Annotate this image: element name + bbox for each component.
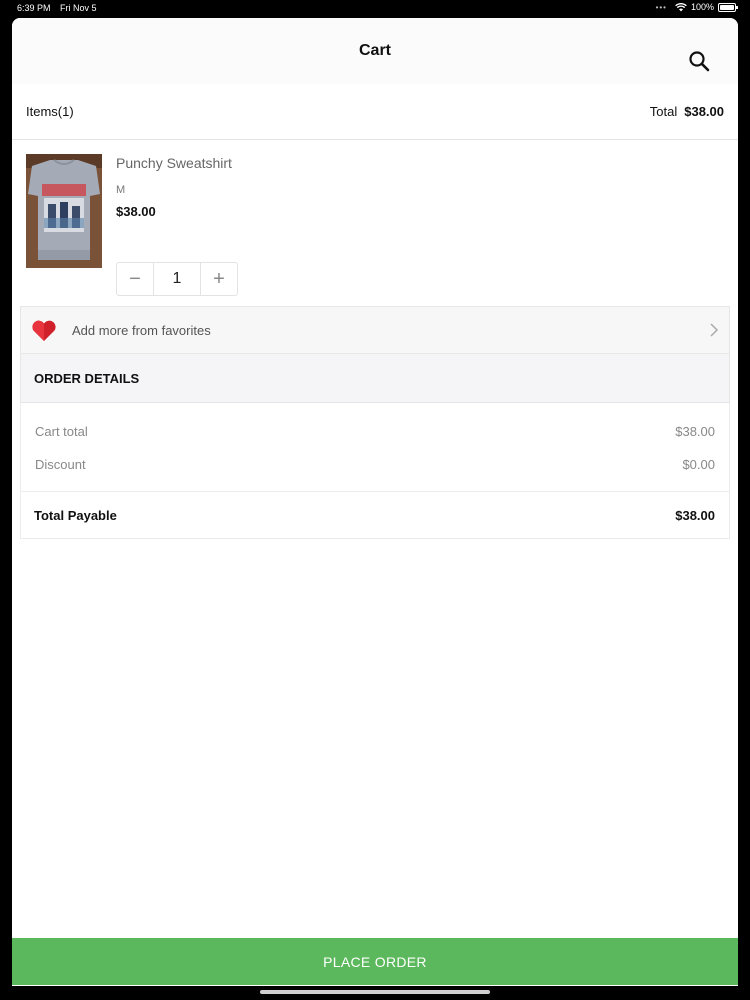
increment-button[interactable]: +: [201, 263, 237, 295]
summary-total: Total $38.00: [650, 104, 724, 119]
battery-percent: 100%: [690, 2, 714, 12]
favorites-label: Add more from favorites: [72, 322, 211, 338]
nav-bar: Cart: [12, 18, 738, 84]
battery-icon: [718, 2, 738, 12]
order-details-rows: Cart total $38.00 Discount $0.00: [21, 403, 729, 492]
product-image[interactable]: [26, 154, 102, 268]
wifi-icon: [675, 2, 687, 11]
cart-item: Punchy Sweatshirt M $38.00 − 1 +: [12, 140, 738, 306]
product-name[interactable]: Punchy Sweatshirt: [116, 155, 232, 171]
multitasking-dots-icon: •••: [655, 2, 667, 12]
status-indicators: ••• 100%: [655, 2, 738, 12]
total-payable-label: Total Payable: [34, 507, 117, 523]
cart-summary: Items(1) Total $38.00: [12, 84, 738, 140]
items-count: Items(1): [26, 104, 74, 119]
status-bar: 6:39 PM Fri Nov 5 ••• 100%: [0, 0, 750, 16]
battery-fill: [720, 4, 734, 10]
place-order-button[interactable]: PLACE ORDER: [12, 938, 738, 985]
cart-sheet: Cart Items(1) Total $38.00 Punchy Sweats…: [12, 18, 738, 986]
home-indicator[interactable]: [260, 990, 490, 994]
discount-label: Discount: [35, 457, 86, 472]
total-payable-row: Total Payable $38.00: [21, 492, 729, 538]
order-details: Cart total $38.00 Discount $0.00 Total P…: [20, 402, 730, 539]
status-time: 6:39 PM: [17, 3, 51, 13]
cart-total-value: $38.00: [675, 424, 715, 439]
cart-total-row: Cart total $38.00: [35, 415, 715, 448]
quantity-stepper: − 1 +: [116, 262, 238, 296]
decrement-button[interactable]: −: [117, 263, 153, 295]
product-price: $38.00: [116, 204, 156, 219]
order-details-heading: ORDER DETAILS: [20, 354, 730, 402]
add-from-favorites-row[interactable]: Add more from favorites: [20, 306, 730, 354]
cart-total-label: Cart total: [35, 424, 88, 439]
page-title: Cart: [358, 42, 391, 59]
summary-total-value: $38.00: [684, 104, 724, 119]
discount-value: $0.00: [682, 457, 715, 472]
chevron-right-icon: [710, 323, 719, 337]
product-size: M: [116, 184, 126, 196]
heart-icon: [32, 320, 56, 341]
quantity-value: 1: [153, 263, 201, 295]
status-date: Fri Nov 5: [60, 3, 97, 13]
summary-total-label: Total: [649, 104, 678, 119]
discount-row: Discount $0.00: [35, 448, 715, 481]
search-icon[interactable]: [688, 50, 710, 72]
total-payable-value: $38.00: [675, 507, 715, 523]
